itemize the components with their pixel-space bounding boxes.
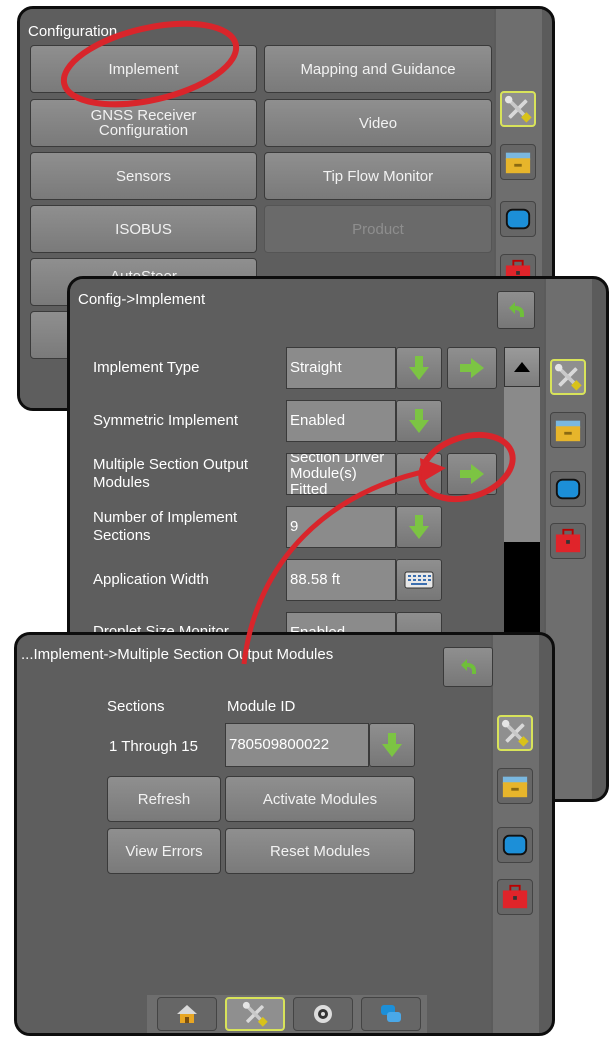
- module-id-dropdown[interactable]: [369, 723, 415, 767]
- module-id-value: 780509800022: [225, 723, 369, 767]
- view-errors-button[interactable]: View Errors: [107, 828, 221, 874]
- tab-tools[interactable]: [550, 359, 586, 395]
- sensors-button[interactable]: Sensors: [30, 152, 257, 200]
- folder-icon: [501, 772, 529, 800]
- output-modules-panel: ...Implement->Multiple Section Output Mo…: [14, 632, 555, 1036]
- isobus-button[interactable]: ISOBUS: [30, 205, 257, 253]
- page-title: Configuration: [28, 23, 118, 40]
- nav-layers[interactable]: [361, 997, 421, 1031]
- back-button[interactable]: [497, 291, 535, 329]
- nav-tools[interactable]: [225, 997, 285, 1031]
- tab-screen[interactable]: [497, 827, 533, 863]
- tab-screen[interactable]: [500, 201, 536, 237]
- down-arrow-icon: [409, 408, 429, 434]
- bottom-nav-bar: [147, 995, 427, 1033]
- right-arrow-icon: [459, 464, 485, 484]
- tab-tools[interactable]: [500, 91, 536, 127]
- tab-toolbox[interactable]: [497, 879, 533, 915]
- reset-modules-button[interactable]: Reset Modules: [225, 828, 415, 874]
- tab-screen[interactable]: [550, 471, 586, 507]
- refresh-button[interactable]: Refresh: [107, 776, 221, 822]
- back-arrow-icon: [456, 655, 480, 679]
- tab-data[interactable]: [497, 768, 533, 804]
- number-sections-dropdown[interactable]: [396, 506, 442, 548]
- down-arrow-icon: [409, 514, 429, 540]
- implement-button[interactable]: Implement: [30, 45, 257, 93]
- nav-home[interactable]: [157, 997, 217, 1031]
- back-button[interactable]: [443, 647, 493, 687]
- number-sections-value: 9: [286, 506, 396, 548]
- application-width-value: 88.58 ft: [286, 559, 396, 601]
- folder-icon: [554, 416, 582, 444]
- page-title: ...Implement->Multiple Section Output Mo…: [21, 646, 334, 663]
- product-button: Product: [264, 205, 492, 253]
- down-arrow-icon: [409, 355, 429, 381]
- nav-gps[interactable]: [293, 997, 353, 1031]
- tab-toolbox[interactable]: [550, 523, 586, 559]
- application-width-keyboard[interactable]: [396, 559, 442, 601]
- screen-icon: [504, 205, 532, 233]
- toolbox-icon: [554, 527, 582, 555]
- number-sections-label: Number of Implement Sections: [93, 509, 238, 544]
- activate-modules-button[interactable]: Activate Modules: [225, 776, 415, 822]
- multiple-section-label: Multiple Section Output Modules: [93, 456, 249, 491]
- sections-value: 1 Through 15: [109, 738, 198, 755]
- tab-data[interactable]: [550, 412, 586, 448]
- tab-data[interactable]: [500, 144, 536, 180]
- page-title: Config->Implement: [78, 291, 206, 308]
- multiple-section-value: Section Driver Module(s) Fitted: [286, 453, 396, 495]
- home-icon: [177, 1005, 197, 1023]
- screen-icon: [501, 831, 529, 859]
- mapping-guidance-button[interactable]: Mapping and Guidance: [264, 45, 492, 93]
- sections-header: Sections: [107, 698, 165, 715]
- tab-tools[interactable]: [497, 715, 533, 751]
- side-tab-bar: [493, 635, 539, 1033]
- gps-icon: [314, 1005, 332, 1023]
- screen-icon: [554, 475, 582, 503]
- tools-icon: [501, 719, 529, 747]
- symmetric-implement-value: Enabled: [286, 400, 396, 442]
- tools-icon: [504, 95, 532, 123]
- right-arrow-icon: [459, 358, 485, 378]
- implement-type-next[interactable]: [447, 347, 497, 389]
- implement-type-dropdown[interactable]: [396, 347, 442, 389]
- symmetric-implement-dropdown[interactable]: [396, 400, 442, 442]
- down-arrow-icon: [382, 732, 402, 758]
- multiple-section-dropdown[interactable]: [396, 453, 442, 495]
- tools-icon: [242, 1001, 268, 1027]
- tip-flow-monitor-button[interactable]: Tip Flow Monitor: [264, 152, 492, 200]
- keyboard-icon: [404, 570, 434, 590]
- module-id-header: Module ID: [227, 698, 296, 715]
- application-width-label: Application Width: [93, 571, 209, 588]
- folder-icon: [504, 148, 532, 176]
- scroll-up-button[interactable]: [504, 347, 540, 387]
- tools-icon: [554, 363, 582, 391]
- symmetric-implement-label: Symmetric Implement: [93, 412, 239, 429]
- implement-type-label: Implement Type: [93, 359, 200, 376]
- scroll-thumb[interactable]: [504, 387, 540, 542]
- layers-icon: [381, 1005, 401, 1022]
- toolbox-icon: [501, 883, 529, 911]
- implement-type-value: Straight: [286, 347, 396, 389]
- gnss-receiver-button[interactable]: GNSS Receiver Configuration: [30, 99, 257, 147]
- back-arrow-icon: [504, 298, 528, 322]
- scroll-up-icon: [514, 362, 530, 372]
- multiple-section-next[interactable]: [447, 453, 497, 495]
- video-button[interactable]: Video: [264, 99, 492, 147]
